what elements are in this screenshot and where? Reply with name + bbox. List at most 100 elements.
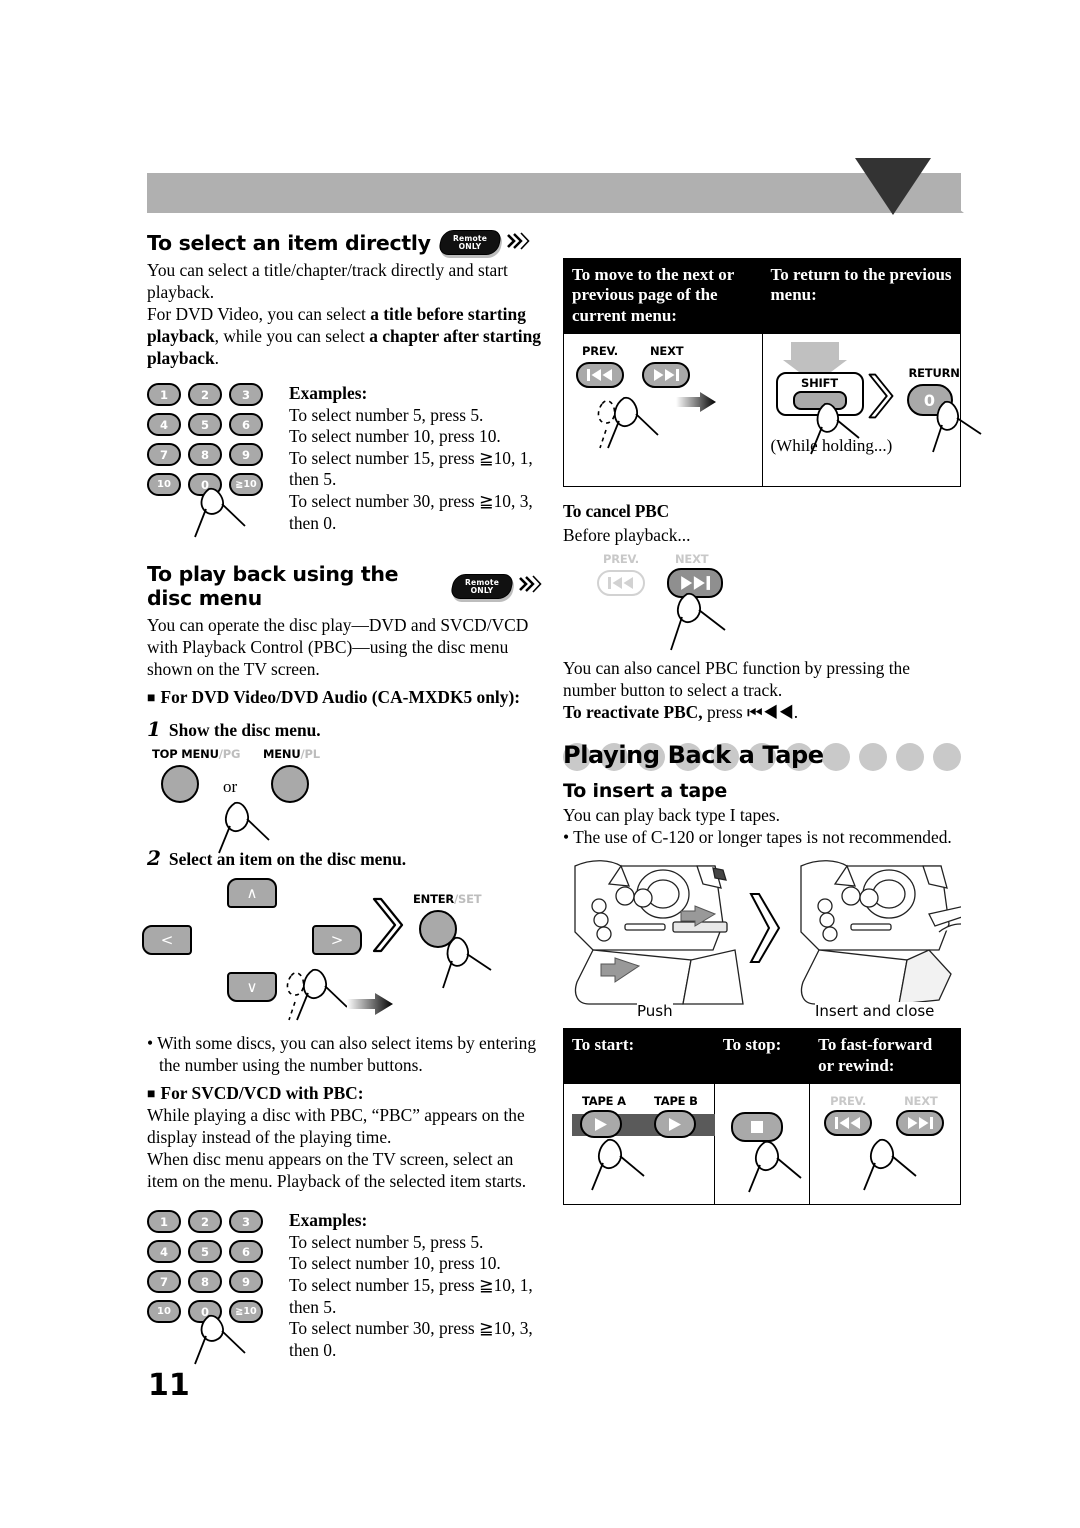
key-3[interactable]: 3: [229, 383, 263, 407]
insert-tape-subheading: To insert a tape: [563, 780, 728, 803]
key-7[interactable]: 7: [147, 1270, 181, 1294]
key-9[interactable]: 9: [229, 1270, 263, 1294]
prev-label: PREV.: [582, 344, 618, 359]
table-row: To move to the next or previous page of …: [563, 257, 961, 335]
section-title-select-item: To select an item directly Remote ONLY: [147, 230, 542, 255]
key-8[interactable]: 8: [188, 443, 222, 467]
key-0[interactable]: 0: [188, 1300, 222, 1324]
dot: [896, 743, 924, 772]
enter-label: ENTER/SET: [413, 892, 482, 907]
number-keypad-2: 1 2 3 4 5 6 7 8 9 10 0 ≧10: [147, 1210, 263, 1365]
pointing-hand-icon: [748, 1140, 802, 1193]
cell-shift-return: SHIFT RETURN 0 (While holding...): [761, 333, 981, 488]
key-9[interactable]: 9: [229, 443, 263, 467]
shift-label: SHIFT: [801, 376, 838, 391]
reactivate-pbc-rest: press ⏮◀◀.: [702, 702, 799, 723]
return-button[interactable]: 0: [906, 384, 953, 417]
section-title-disc-menu: To play back using the disc menu Remote …: [147, 562, 542, 610]
keypad-row: 7 8 9: [147, 1270, 263, 1294]
prev-button-dim[interactable]: [597, 570, 645, 597]
cursor-right-button[interactable]: >: [312, 925, 362, 956]
shift-return-figure: SHIFT RETURN 0 (While holding...): [771, 342, 981, 462]
shift-button[interactable]: SHIFT: [775, 372, 864, 417]
para2-pre: For DVD Video, you can select: [147, 304, 371, 325]
tape-b-play-button[interactable]: [654, 1110, 696, 1139]
examples-label: Examples:: [289, 1210, 368, 1231]
remote-only-line2: ONLY: [470, 585, 494, 595]
black-gradient-arrow-icon: [676, 392, 716, 413]
key-1[interactable]: 1: [147, 383, 181, 407]
insert-tape-bullet: The use of C-120 or longer tapes is not …: [563, 826, 961, 848]
pointing-hand-icon: [591, 1138, 645, 1191]
cell-prev-next: PREV. NEXT: [563, 333, 763, 488]
menu-button[interactable]: [271, 765, 309, 804]
key-7[interactable]: 7: [147, 443, 181, 467]
reactivate-pbc-bold: To reactivate PBC,: [563, 702, 703, 723]
pointing-hand-icon: [863, 1138, 917, 1191]
key-over10[interactable]: ≧10: [229, 1300, 263, 1324]
cursor-left-button[interactable]: <: [142, 925, 192, 956]
header-return-previous-menu: To return to the previous menu:: [761, 257, 961, 335]
hollow-chevron-right-icon: [372, 898, 404, 953]
cell-ff-rewind: PREV. NEXT: [809, 1083, 961, 1206]
key-over10[interactable]: ≧10: [229, 473, 263, 497]
key-5[interactable]: 5: [188, 413, 222, 437]
key-10[interactable]: 10: [147, 473, 181, 497]
key-4[interactable]: 4: [147, 1240, 181, 1264]
key-4[interactable]: 4: [147, 413, 181, 437]
key-8[interactable]: 8: [188, 1270, 222, 1294]
left-column: To select an item directly Remote ONLY Y…: [142, 230, 542, 1365]
fast-forward-button[interactable]: [896, 1110, 945, 1137]
cursor-down-button[interactable]: ∨: [227, 972, 277, 1003]
insert-tape-para1: You can play back type I tapes.: [563, 805, 781, 826]
tape-section-heading: Playing Back a Tape: [563, 741, 824, 770]
key-1[interactable]: 1: [147, 1210, 181, 1234]
prev-label-dim: PREV.: [603, 552, 639, 567]
keypad-row: 1 2 3: [147, 1210, 263, 1234]
note-bullet-numbers: With some discs, you can also select ite…: [147, 1032, 542, 1076]
signal-waves-icon: [516, 574, 542, 598]
enter-button[interactable]: [419, 910, 457, 949]
next-button-highlighted[interactable]: [667, 568, 723, 599]
top-menu-label-main: TOP MENU: [152, 747, 219, 762]
example-line: To select number 30, press ≧10, 3, then …: [289, 490, 533, 533]
cancel-pbc-para: You can also cancel PBC function by pres…: [563, 658, 910, 701]
stop-button[interactable]: [730, 1112, 783, 1143]
top-menu-button[interactable]: [161, 765, 199, 804]
key-6[interactable]: 6: [229, 413, 263, 437]
key-3[interactable]: 3: [229, 1210, 263, 1234]
push-caption: Push: [637, 1002, 673, 1021]
enter-label-main: ENTER: [413, 892, 455, 907]
prev-track-icon: [835, 1117, 861, 1130]
next-track-icon: [654, 369, 679, 382]
key-0[interactable]: 0: [188, 473, 222, 497]
keypad-row: 10 0 ≧10: [147, 1300, 263, 1324]
tape-a-play-button[interactable]: [580, 1110, 622, 1139]
return-key-digit: 0: [923, 390, 936, 410]
tape-deck-illustration: Push Insert and close Push Insert and cl…: [563, 854, 973, 1023]
key-6[interactable]: 6: [229, 1240, 263, 1264]
cell-stop: [713, 1083, 811, 1206]
table-row: To start: To stop: To fast-forward or re…: [563, 1028, 961, 1085]
black-gradient-arrow-icon: [347, 993, 393, 1016]
prev-button[interactable]: [576, 362, 624, 389]
next-label-dim: NEXT: [904, 1094, 938, 1109]
example-line: To select number 5, press 5.: [289, 1231, 484, 1252]
key-10[interactable]: 10: [147, 1300, 181, 1324]
menu-label-dim: /PL: [300, 747, 320, 762]
next-button[interactable]: [642, 362, 690, 389]
key-2[interactable]: 2: [188, 1210, 222, 1234]
remote-only-line2: ONLY: [458, 241, 482, 251]
rewind-button[interactable]: [824, 1110, 873, 1137]
bullet-head-dvd: For DVD Video/DVD Audio (CA-MXDK5 only):: [147, 686, 542, 708]
key-5[interactable]: 5: [188, 1240, 222, 1264]
top-menu-label: TOP MENU/PG: [152, 747, 240, 761]
table-row: TAPE A TAPE B PREV. NEXT: [563, 1083, 961, 1206]
keypad-examples-block-2: 1 2 3 4 5 6 7 8 9 10 0 ≧10 Examples: To …: [147, 1210, 542, 1365]
example-line: To select number 10, press 10.: [289, 1253, 501, 1274]
next-label-dim: NEXT: [675, 552, 709, 567]
cursor-up-button[interactable]: ∧: [227, 878, 277, 909]
key-2[interactable]: 2: [188, 383, 222, 407]
keypad-row: 4 5 6: [147, 413, 263, 437]
header-dark-triangle-icon: [855, 158, 931, 215]
